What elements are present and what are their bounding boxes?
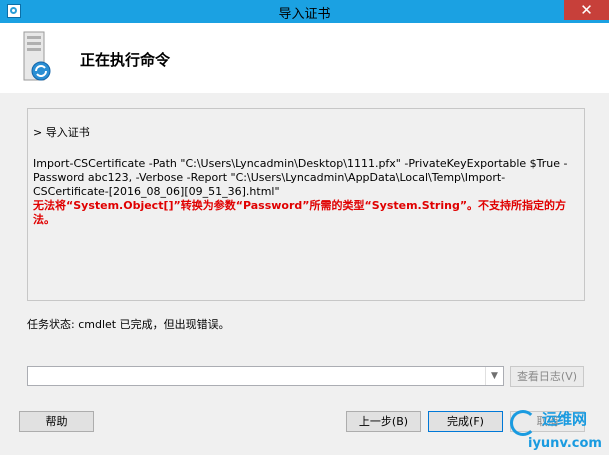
watermark-en: iyunv.com xyxy=(528,436,602,451)
wizard-header: 正在执行命令 xyxy=(0,23,609,93)
log-dropdown[interactable]: ▼ xyxy=(27,366,504,386)
back-button[interactable]: 上一步(B) xyxy=(346,411,421,432)
close-button[interactable]: ✕ xyxy=(564,0,609,20)
task-status: 任务状态: cmdlet 已完成，但出现错误。 xyxy=(27,318,230,331)
help-button[interactable]: 帮助 xyxy=(19,411,94,432)
log-step: > 导入证书 xyxy=(33,126,90,139)
command-log-panel: > 导入证书 Import-CSCertificate -Path "C:\Us… xyxy=(27,108,585,301)
log-command: Import-CSCertificate -Path "C:\Users\Lyn… xyxy=(33,157,568,198)
page-heading: 正在执行命令 xyxy=(80,51,171,69)
view-log-button[interactable]: 查看日志(V) xyxy=(510,366,584,387)
title-bar: 导入证书 ✕ xyxy=(0,0,609,23)
finish-button[interactable]: 完成(F) xyxy=(428,411,503,432)
log-error: 无法将“System.Object[]”转换为参数“Password”所需的类型… xyxy=(33,199,567,226)
watermark-logo-icon xyxy=(510,410,536,436)
watermark-cn: 运维网 xyxy=(542,410,588,428)
chevron-down-icon[interactable]: ▼ xyxy=(485,367,503,385)
site-watermark: 运维网 iyunv.com xyxy=(510,408,609,455)
window-title: 导入证书 xyxy=(278,7,331,22)
server-icon xyxy=(23,31,51,81)
